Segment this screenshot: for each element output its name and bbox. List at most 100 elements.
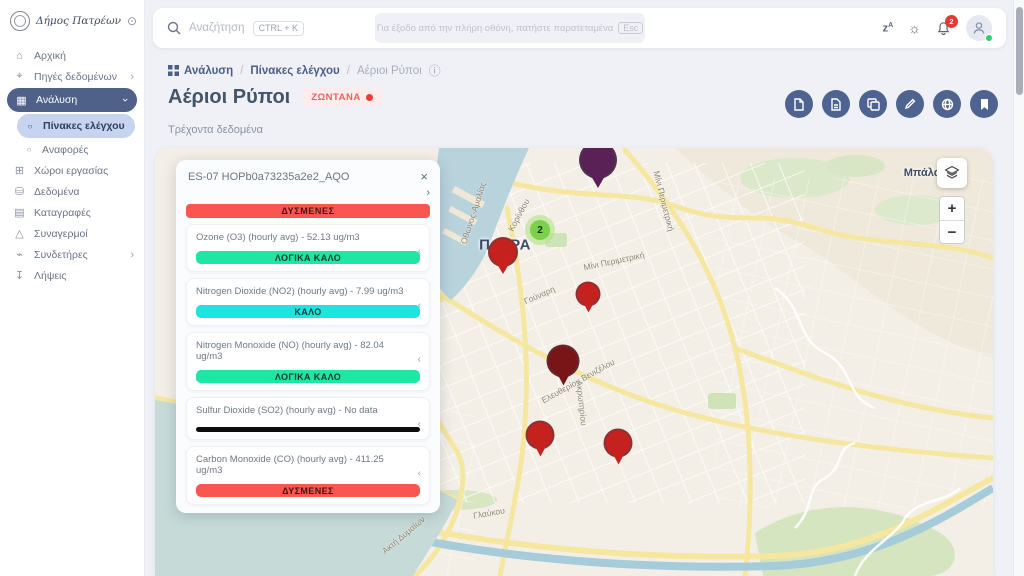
map-zoom-control: + − bbox=[939, 196, 965, 244]
translate-button[interactable]: zA bbox=[883, 22, 894, 35]
duplicate-button[interactable] bbox=[859, 90, 887, 118]
sidebar-item-analysis[interactable]: ▦ Ανάλυση › bbox=[7, 88, 137, 112]
bullet-icon: ○ bbox=[25, 122, 35, 131]
map-marker-red[interactable] bbox=[488, 237, 518, 267]
cluster-count: 2 bbox=[530, 220, 550, 240]
grid-icon: ▦ bbox=[15, 94, 28, 107]
pollutant-card-so2[interactable]: Sulfur Dioxide (SO2) (hourly avg) - No d… bbox=[186, 397, 430, 440]
pollutant-card-ozone[interactable]: Ozone (O3) (hourly avg) - 52.13 ug/m3 ‹ … bbox=[186, 224, 430, 272]
workspaces-icon: ⊞ bbox=[13, 164, 26, 177]
sidebar-item-logs[interactable]: ▤ Καταγραφές bbox=[0, 202, 144, 223]
map-marker-dark-red[interactable] bbox=[547, 345, 580, 378]
close-icon[interactable]: × bbox=[420, 170, 428, 183]
status-badge: ΚΑΛΟ bbox=[196, 305, 420, 318]
export-report-button[interactable] bbox=[822, 90, 850, 118]
sidebar: Δήμος Πατρέων ⊙ ⌂ Αρχική ⌖ Πηγές δεδομέν… bbox=[0, 0, 145, 576]
bullet-icon: ○ bbox=[24, 145, 34, 154]
search-input[interactable]: Αναζήτηση CTRL + K bbox=[167, 21, 304, 36]
breadcrumb: Ανάλυση / Πίνακες ελέγχου / Αέριοι Ρύποι… bbox=[168, 62, 441, 79]
notification-badge: 2 bbox=[945, 15, 958, 28]
notifications-button[interactable]: 2 bbox=[936, 21, 951, 36]
bookmark-icon bbox=[979, 98, 990, 111]
map[interactable]: ΠΑΤΡΑ Μπάλας Οθωνος-ΑμαλίαςΚορίνθουΜίνι … bbox=[155, 148, 993, 576]
station-title: ES-07 HOPb0a73235a2e2_AQO bbox=[188, 171, 349, 183]
bookmark-button[interactable] bbox=[970, 90, 998, 118]
sidebar-collapse-icon[interactable]: ⊙ bbox=[127, 14, 139, 28]
status-bar-no-data bbox=[196, 427, 420, 432]
document-icon: ▤ bbox=[13, 206, 26, 219]
breadcrumb-current: Αέριοι Ρύποι bbox=[357, 65, 422, 77]
station-overall-status: ΔΥΣΜΕΝΕΣ bbox=[186, 204, 430, 218]
chevron-left-icon[interactable]: ‹ bbox=[418, 300, 421, 311]
fullscreen-toast: Για έξοδο από την πλήρη οθόνη, πατήστε π… bbox=[375, 13, 645, 43]
dashboard-icon bbox=[168, 65, 179, 76]
live-badge: ΖΩΝΤΑΝΑ bbox=[302, 88, 381, 107]
sidebar-item-workspaces[interactable]: ⊞ Χώροι εργασίας bbox=[0, 160, 144, 181]
pollutant-card-no[interactable]: Nitrogen Monoxide (NO) (hourly avg) - 82… bbox=[186, 332, 430, 391]
chevron-right-icon: › bbox=[130, 249, 134, 261]
search-placeholder: Αναζήτηση bbox=[189, 22, 245, 34]
web-share-button[interactable] bbox=[933, 90, 961, 118]
antenna-icon: ⌖ bbox=[13, 70, 26, 83]
sun-icon: ☼ bbox=[908, 20, 921, 36]
chevron-left-icon[interactable]: ‹ bbox=[418, 419, 421, 430]
user-avatar[interactable] bbox=[966, 15, 992, 41]
alert-triangle-icon: △ bbox=[13, 227, 26, 240]
map-marker-red[interactable] bbox=[526, 421, 555, 450]
top-bar: Αναζήτηση CTRL + K Για έξοδο από την πλή… bbox=[153, 8, 1006, 48]
breadcrumb-analysis[interactable]: Ανάλυση bbox=[168, 65, 233, 77]
chevron-right-icon: › bbox=[130, 71, 134, 83]
zoom-out-button[interactable]: − bbox=[940, 220, 964, 243]
home-icon: ⌂ bbox=[13, 50, 26, 62]
page-scrollbar bbox=[1013, 0, 1024, 576]
page-title: Αέριοι Ρύποι bbox=[168, 86, 290, 109]
file-text-icon bbox=[830, 98, 842, 111]
sidebar-item-reports[interactable]: ○ Αναφορές bbox=[0, 139, 144, 160]
sidebar-item-alarms[interactable]: △ Συναγερμοί bbox=[0, 223, 144, 244]
status-badge: ΔΥΣΜΕΝΕΣ bbox=[196, 484, 420, 497]
copy-icon bbox=[867, 98, 880, 111]
search-shortcut-badge: CTRL + K bbox=[253, 21, 304, 36]
sidebar-item-dashboards[interactable]: ○ Πίνακες ελέγχου bbox=[17, 114, 135, 138]
search-icon bbox=[167, 21, 181, 35]
sidebar-item-data[interactable]: ⛁ Δεδομένα bbox=[0, 181, 144, 202]
database-icon: ⛁ bbox=[13, 185, 26, 198]
scrollbar-thumb[interactable] bbox=[1016, 7, 1023, 95]
info-icon[interactable]: ⓘ bbox=[429, 62, 441, 79]
marker-cluster[interactable]: 2 bbox=[525, 215, 555, 245]
pollutant-card-no2[interactable]: Nitrogen Dioxide (NO2) (hourly avg) - 7.… bbox=[186, 278, 430, 326]
breadcrumb-dashboards[interactable]: Πίνακες ελέγχου bbox=[250, 65, 339, 77]
edit-button[interactable] bbox=[896, 90, 924, 118]
zoom-in-button[interactable]: + bbox=[940, 197, 964, 220]
chevron-left-icon[interactable]: ‹ bbox=[418, 468, 421, 479]
sidebar-item-downloads[interactable]: ↧ Λήψεις bbox=[0, 265, 144, 286]
pollutant-card-co[interactable]: Carbon Monoxide (CO) (hourly avg) - 411.… bbox=[186, 446, 430, 505]
online-status-dot bbox=[985, 34, 993, 42]
map-marker-red[interactable] bbox=[576, 282, 601, 307]
sidebar-item-data-sources[interactable]: ⌖ Πηγές δεδομένων › bbox=[0, 66, 144, 87]
sidebar-item-connectors[interactable]: ⌁ Συνδετήρες › bbox=[0, 244, 144, 265]
pencil-icon bbox=[904, 98, 916, 110]
status-badge: ΛΟΓΙΚΑ ΚΑΛΟ bbox=[196, 370, 420, 383]
logo-text: Δήμος Πατρέων bbox=[36, 15, 121, 27]
chevron-left-icon[interactable]: ‹ bbox=[418, 246, 421, 257]
map-marker-red[interactable] bbox=[604, 429, 633, 458]
sidebar-item-home[interactable]: ⌂ Αρχική bbox=[0, 45, 144, 66]
map-layers-button[interactable] bbox=[937, 158, 967, 188]
station-next-chevron[interactable]: › bbox=[426, 187, 430, 199]
download-icon: ↧ bbox=[13, 269, 26, 282]
person-icon bbox=[972, 21, 986, 35]
status-badge: ΛΟΓΙΚΑ ΚΑΛΟ bbox=[196, 251, 420, 264]
layers-icon bbox=[944, 165, 960, 181]
theme-toggle-button[interactable]: ☼ bbox=[908, 20, 921, 36]
page-toolbar bbox=[785, 90, 998, 118]
export-file-button[interactable] bbox=[785, 90, 813, 118]
esc-key-badge: Esc bbox=[618, 22, 643, 34]
live-dot bbox=[366, 94, 373, 101]
connector-icon: ⌁ bbox=[13, 248, 26, 261]
municipality-logo bbox=[10, 11, 30, 31]
file-icon bbox=[793, 98, 805, 111]
page-subtitle: Τρέχοντα δεδομένα bbox=[168, 124, 263, 136]
station-card: ES-07 HOPb0a73235a2e2_AQO × › ΔΥΣΜΕΝΕΣ O… bbox=[176, 160, 440, 513]
chevron-left-icon[interactable]: ‹ bbox=[418, 354, 421, 365]
